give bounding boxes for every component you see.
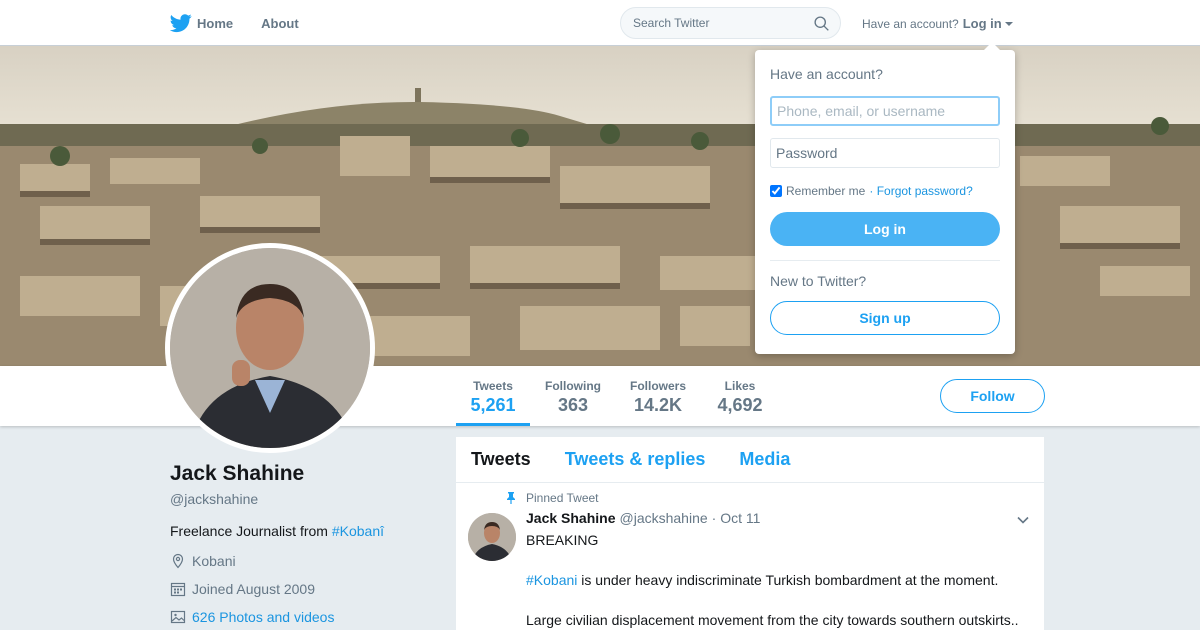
login-button[interactable]: Log in bbox=[770, 212, 1000, 246]
search-input[interactable] bbox=[633, 16, 803, 30]
avatar-image bbox=[170, 248, 370, 448]
new-to-twitter-text: New to Twitter? bbox=[770, 273, 867, 289]
follow-button[interactable]: Follow bbox=[940, 379, 1045, 413]
tweet-author-handle[interactable]: @jackshahine bbox=[620, 510, 708, 526]
stat-followers-value: 14.2K bbox=[633, 395, 683, 415]
stat-likes-label: Likes bbox=[724, 379, 756, 393]
nav-left: Home About bbox=[170, 0, 327, 46]
signup-button[interactable]: Sign up bbox=[770, 301, 1000, 335]
tweet-line-3: Large civilian displacement movement fro… bbox=[526, 612, 1019, 628]
forgot-password-link[interactable]: · Forgot password? bbox=[869, 184, 972, 198]
stat-followers[interactable]: Followers 14.2K bbox=[624, 366, 692, 426]
timeline: Tweets Tweets & replies Media Pinned Twe… bbox=[456, 437, 1044, 630]
nav-about-label: About bbox=[261, 15, 299, 31]
chevron-down-icon[interactable] bbox=[1016, 513, 1030, 527]
have-account-area: Have an account? Log in bbox=[862, 16, 1013, 31]
profile-joined: Joined August 2009 bbox=[170, 581, 440, 597]
profile-sidebar: Jack Shahine @jackshahine Freelance Jour… bbox=[170, 462, 440, 625]
bio-text: Freelance Journalist from bbox=[170, 523, 332, 539]
have-account-text: Have an account? bbox=[862, 16, 959, 31]
tweet-avatar[interactable] bbox=[468, 513, 516, 561]
profile-bio: Freelance Journalist from #Kobanî bbox=[170, 523, 440, 539]
nav-home-label: Home bbox=[197, 15, 234, 31]
password-field[interactable] bbox=[770, 138, 1000, 168]
location-text: Kobani bbox=[192, 553, 236, 569]
tweet-author-name[interactable]: Jack Shahine bbox=[526, 510, 616, 526]
stat-following[interactable]: Following 363 bbox=[540, 366, 606, 426]
top-nav-bar: Home About Have an account? Log in bbox=[0, 0, 1200, 46]
tab-tweets[interactable]: Tweets bbox=[471, 449, 531, 470]
photos-videos-link[interactable]: 626 Photos and videos bbox=[192, 609, 334, 625]
tweet-line-1: BREAKING bbox=[526, 532, 599, 548]
profile-location: Kobani bbox=[170, 553, 440, 569]
login-link-label: Log in bbox=[962, 16, 1002, 31]
photo-icon bbox=[170, 610, 186, 624]
nav-home[interactable]: Home bbox=[170, 12, 233, 34]
tweet-text: BREAKING #Kobani is under heavy indiscri… bbox=[526, 530, 1029, 630]
profile-handle[interactable]: @jackshahine bbox=[170, 491, 440, 507]
stat-likes[interactable]: Likes 4,692 bbox=[712, 366, 768, 426]
caret-down-icon bbox=[1004, 21, 1013, 26]
twitter-bird-icon bbox=[170, 14, 192, 33]
calendar-icon bbox=[170, 582, 186, 597]
timeline-tabs: Tweets Tweets & replies Media bbox=[456, 437, 1044, 483]
tweet-timestamp[interactable]: · Oct 11 bbox=[712, 510, 761, 526]
dropdown-divider bbox=[770, 260, 1000, 261]
search-box bbox=[620, 7, 841, 39]
profile-avatar[interactable] bbox=[165, 243, 375, 453]
pinned-label: Pinned Tweet bbox=[504, 491, 1029, 505]
login-dropdown-toggle[interactable]: Log in bbox=[963, 16, 1013, 31]
login-dropdown: Have an account? Remember me · Forgot pa… bbox=[755, 42, 1015, 354]
stat-tweets-value: 5,261 bbox=[470, 395, 516, 415]
location-pin-icon bbox=[172, 553, 184, 569]
nav-about[interactable]: About bbox=[261, 16, 299, 31]
tweet-line-2-rest: is under heavy indiscriminate Turkish bo… bbox=[577, 572, 999, 588]
login-dropdown-title: Have an account? bbox=[770, 66, 883, 82]
profile-media-link: 626 Photos and videos bbox=[170, 609, 440, 625]
remember-row: Remember me · Forgot password? bbox=[770, 184, 1000, 198]
tweet-line-2: #Kobani is under heavy indiscriminate Tu… bbox=[526, 570, 1029, 590]
username-field[interactable] bbox=[770, 96, 1000, 126]
tweet-avatar-image bbox=[468, 513, 516, 561]
pin-icon bbox=[507, 492, 515, 504]
tweet-header: Jack Shahine @jackshahine · Oct 11 bbox=[526, 510, 1029, 526]
stat-following-label: Following bbox=[545, 379, 601, 393]
avatar-photo bbox=[170, 248, 370, 448]
pinned-text: Pinned Tweet bbox=[526, 491, 599, 505]
stat-following-value: 363 bbox=[557, 395, 589, 415]
stat-tweets-label: Tweets bbox=[473, 379, 513, 393]
pinned-tweet[interactable]: Pinned Tweet Jack Shahine @jackshahine ·… bbox=[456, 483, 1044, 630]
tweet-hashtag-link[interactable]: #Kobani bbox=[526, 572, 577, 588]
stat-likes-value: 4,692 bbox=[717, 395, 763, 415]
stat-followers-label: Followers bbox=[629, 379, 686, 393]
stat-tweets[interactable]: Tweets 5,261 bbox=[456, 366, 530, 426]
search-icon[interactable] bbox=[813, 15, 830, 32]
remember-me-label[interactable]: Remember me bbox=[786, 184, 865, 198]
bio-hashtag-link[interactable]: #Kobanî bbox=[332, 523, 384, 539]
remember-me-checkbox[interactable] bbox=[770, 185, 782, 197]
tab-tweets-replies[interactable]: Tweets & replies bbox=[565, 449, 706, 470]
joined-text: Joined August 2009 bbox=[192, 581, 315, 597]
profile-name[interactable]: Jack Shahine bbox=[170, 462, 440, 486]
tab-media[interactable]: Media bbox=[739, 449, 790, 470]
